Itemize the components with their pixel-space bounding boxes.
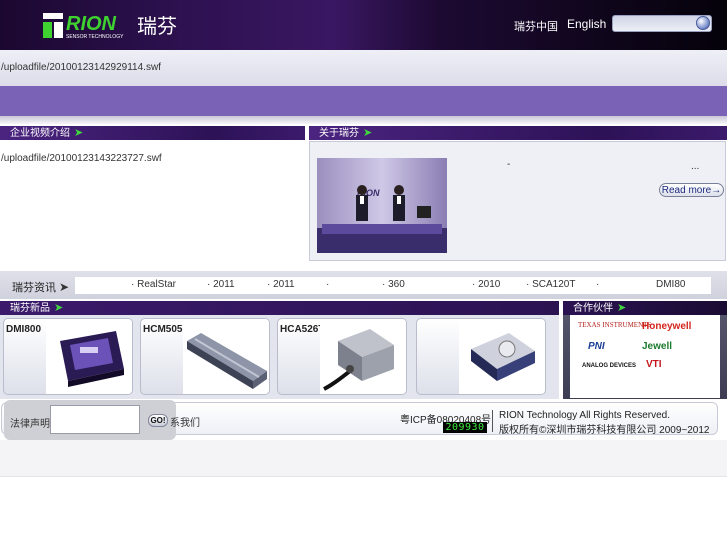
news-item[interactable]: · [326, 279, 329, 290]
products-section-header: 瑞芬新品 ➤ [0, 301, 559, 315]
partner-logo: VTI [646, 359, 662, 370]
partners-section-title: 合作伙伴 [573, 303, 613, 314]
news-item[interactable]: · 2011 [207, 279, 235, 290]
arrow-right-icon: ➤ [59, 280, 70, 294]
arrow-right-icon: ➤ [363, 127, 373, 139]
banner-shadow [0, 116, 727, 124]
product-card-4[interactable] [416, 318, 546, 395]
arrow-right-icon: ➤ [617, 302, 627, 314]
about-section-header: 关于瑞芬 ➤ [309, 126, 727, 140]
product-card-dmi800[interactable]: DMI800 [3, 318, 133, 395]
news-item[interactable]: · RealStar [131, 279, 176, 290]
video-flash-path: /uploadfile/20100123143223727.swf [1, 153, 162, 164]
search-button-icon[interactable] [696, 16, 710, 30]
logo-text: RION [66, 13, 117, 35]
product-label: DMI800 [6, 324, 42, 335]
about-text-ellipsis: ... [691, 161, 700, 172]
bottom-divider [0, 476, 727, 477]
news-title-text: 瑞芬资讯 [12, 282, 56, 294]
product-card-hca526t[interactable]: HCA526T [277, 318, 407, 395]
about-text-dash: - [507, 159, 511, 170]
banner-band [0, 86, 727, 116]
news-section-title: 瑞芬资讯 ➤ [12, 279, 69, 295]
contact-us-link[interactable]: 系我们 [170, 414, 200, 429]
product-image-4 [459, 319, 545, 394]
visitor-counter: 209930 [443, 422, 487, 433]
rion-logo[interactable]: RION SENSOR TECHNOLOGY 瑞芬 [40, 10, 200, 40]
go-button[interactable]: GO! [148, 414, 168, 427]
product-label: HCA526T [280, 324, 325, 335]
video-section-title: 企业视频介绍 [10, 128, 70, 139]
lang-link-english[interactable]: English [567, 17, 606, 31]
about-reception-photo[interactable]: RION [317, 158, 447, 253]
footer-textarea[interactable] [50, 405, 140, 434]
legal-notice-link[interactable]: 法律声明 [10, 415, 50, 430]
logo-subtitle: SENSOR TECHNOLOGY [66, 34, 124, 40]
news-item[interactable]: · 2011 [267, 279, 295, 290]
news-item[interactable]: · SCA120T [526, 279, 575, 290]
products-section-title: 瑞芬新品 [10, 303, 50, 314]
logo-cn: 瑞芬 [137, 14, 177, 38]
news-item[interactable]: · [596, 279, 599, 290]
product-image-hcm505 [183, 319, 269, 394]
partners-logos[interactable]: TEXAS INSTRUMENTS Honeywell PNI Jewell A… [570, 315, 720, 398]
partner-logo: Honeywell [642, 321, 692, 332]
partner-logo: Jewell [642, 341, 672, 352]
partner-logo: ANALOG DEVICES [582, 363, 636, 369]
news-item[interactable]: · 360 [382, 279, 405, 290]
about-section-title: 关于瑞芬 [319, 128, 359, 139]
video-section-header: 企业视频介绍 ➤ [0, 126, 305, 140]
copyright-en: RION Technology All Rights Reserved. [499, 410, 671, 421]
partner-logo: PNI [588, 341, 605, 352]
product-image-dmi800 [46, 319, 132, 394]
arrow-right-icon: ➤ [54, 302, 64, 314]
read-more-button[interactable]: Read more→ [659, 183, 724, 197]
flash-banner-path: /uploadfile/20100123142929114.swf [1, 62, 161, 73]
partners-section-header: 合作伙伴 ➤ [563, 301, 727, 315]
product-label: HCM505 [143, 324, 183, 335]
lang-link-chinese[interactable]: 瑞芬中国 [514, 18, 558, 34]
copyright-cn: 版权所有©深圳市瑞芬科技有限公司 2009~2012 [499, 425, 710, 436]
bottom-band [0, 440, 727, 476]
arrow-right-icon: ➤ [74, 127, 84, 139]
news-item[interactable]: · 2010 [472, 279, 500, 290]
partner-logo: TEXAS INSTRUMENTS [578, 321, 651, 329]
footer-divider [492, 410, 493, 432]
news-item[interactable]: DMI80 [656, 279, 685, 290]
product-card-hcm505[interactable]: HCM505 [140, 318, 270, 395]
product-image-hca526t [320, 319, 406, 394]
news-ticker: · RealStar · 2011 · 2011 · · 360 · 2010 … [75, 277, 711, 294]
